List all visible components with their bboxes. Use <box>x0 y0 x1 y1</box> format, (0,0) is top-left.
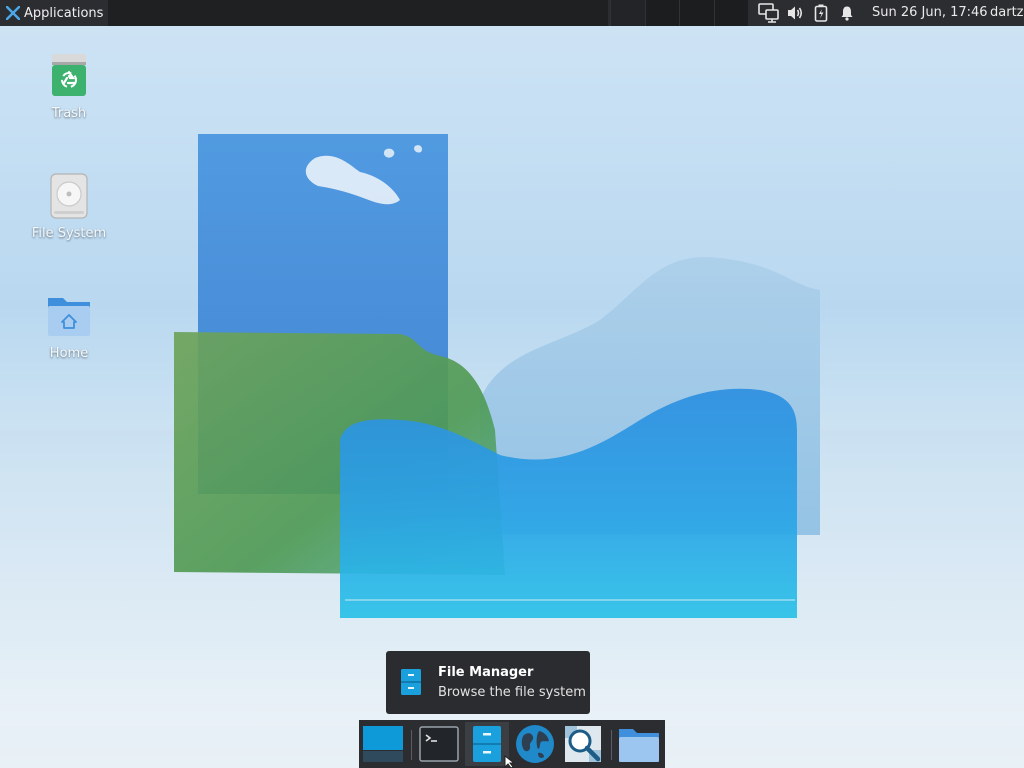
workspace-2[interactable] <box>644 0 679 26</box>
desktop-icon-label: Home <box>49 346 89 361</box>
system-tray <box>756 0 860 26</box>
file-manager-icon <box>400 668 422 700</box>
workspace-3[interactable] <box>679 0 714 26</box>
dock-terminal[interactable] <box>417 722 461 766</box>
terminal-icon <box>419 726 459 762</box>
user-menu[interactable]: dartz <box>990 0 1023 26</box>
dock-separator <box>611 730 612 760</box>
home-folder-icon <box>45 292 93 340</box>
notification-bell-icon[interactable] <box>834 0 860 26</box>
battery-icon[interactable] <box>808 0 834 26</box>
drive-icon <box>45 172 93 220</box>
desktop-icon-home[interactable]: Home <box>19 292 119 361</box>
workspace-1[interactable] <box>610 0 645 26</box>
file-manager-icon <box>473 726 501 762</box>
dock-separator <box>411 730 412 760</box>
network-icon[interactable] <box>756 0 782 26</box>
window-buttons-area[interactable] <box>108 0 608 26</box>
folder-icon <box>619 729 659 762</box>
desktop-icon-file-system[interactable]: File System <box>19 172 119 241</box>
workspace-switcher[interactable] <box>610 0 748 26</box>
desktop-icon-trash[interactable]: Trash <box>19 52 119 121</box>
clock[interactable]: Sun 26 Jun, 17:46 <box>872 0 988 26</box>
tooltip-subtitle: Browse the file system <box>438 685 586 700</box>
trash-icon <box>45 52 93 100</box>
applications-menu-button[interactable]: Applications ⋮ <box>2 0 122 26</box>
volume-icon[interactable] <box>782 0 808 26</box>
dock-web-browser[interactable] <box>513 722 557 766</box>
mouse-pointer-icon <box>504 755 516 768</box>
dock-file-manager[interactable] <box>465 722 509 766</box>
app-finder-magnifier-icon <box>565 726 601 762</box>
workspace-4[interactable] <box>713 0 748 26</box>
dock-show-desktop[interactable] <box>361 722 405 766</box>
tooltip-title: File Manager <box>438 665 534 680</box>
xfce-logo-icon <box>6 6 20 20</box>
applications-menu-label: Applications <box>24 5 104 21</box>
wallpaper <box>0 134 1024 726</box>
dock-app-finder[interactable] <box>561 722 605 766</box>
show-desktop-icon <box>363 726 403 762</box>
desktop-icon-label: File System <box>31 226 107 241</box>
desktop-icon-label: Trash <box>51 106 87 121</box>
top-panel: Applications ⋮ <box>0 0 1024 26</box>
dock-folder[interactable] <box>617 722 661 766</box>
web-browser-globe-icon <box>516 725 554 763</box>
dock-tooltip: File Manager Browse the file system <box>386 651 590 714</box>
